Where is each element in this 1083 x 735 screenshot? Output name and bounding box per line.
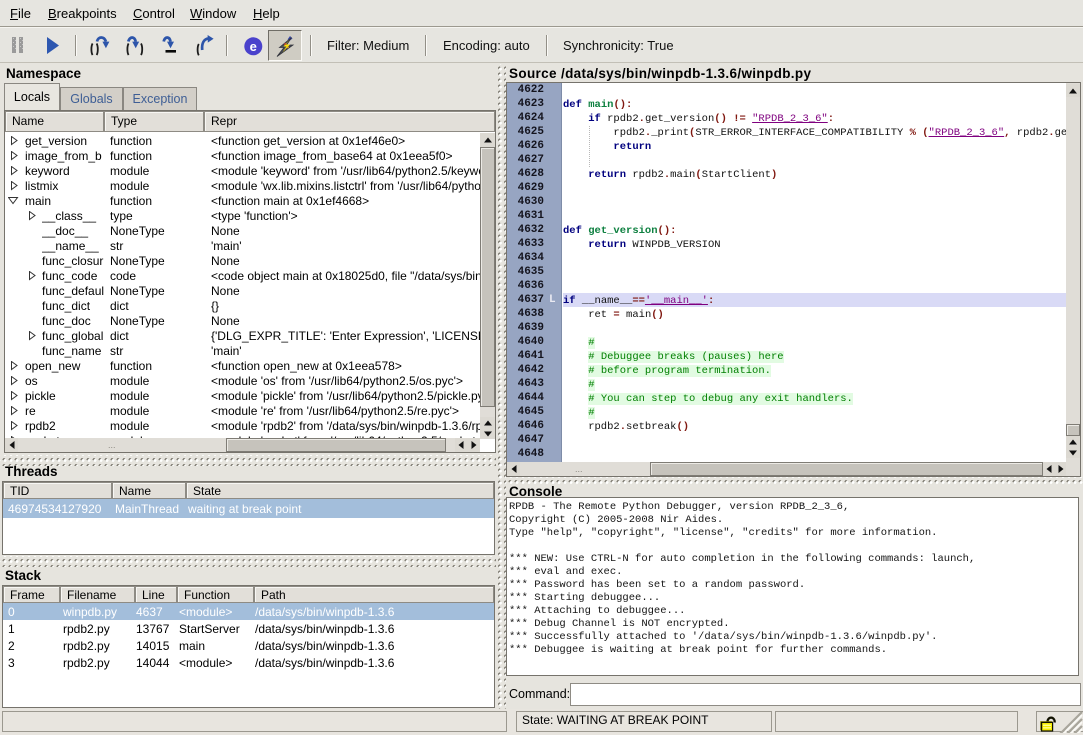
svg-text:e: e	[250, 39, 257, 54]
